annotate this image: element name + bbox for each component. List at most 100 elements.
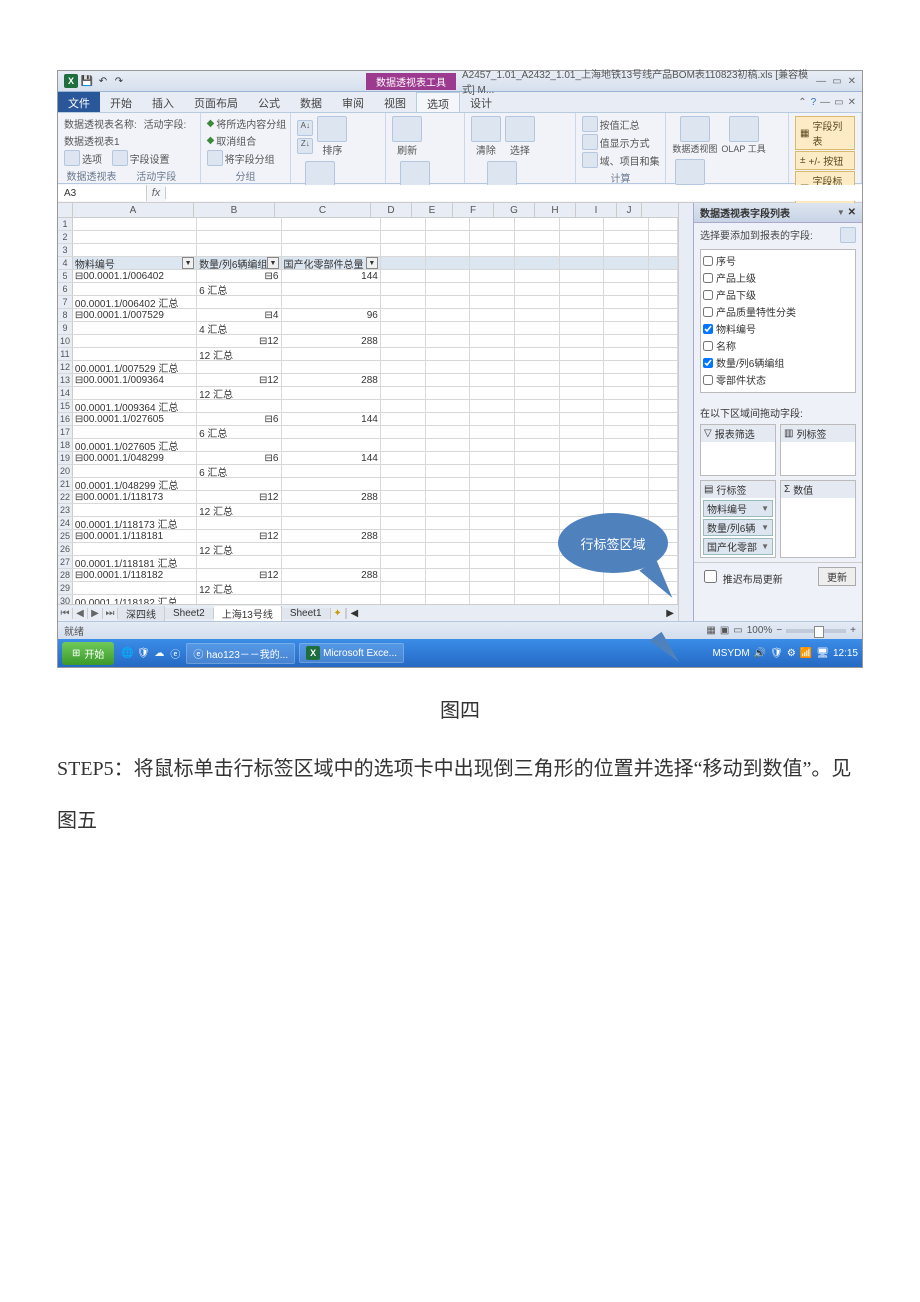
cell[interactable] <box>426 543 471 555</box>
pmbuttons-button[interactable]: ±+/- 按钮 <box>795 151 855 170</box>
cell[interactable] <box>426 322 471 334</box>
cell[interactable]: 288 <box>282 530 381 542</box>
cell[interactable] <box>604 322 649 334</box>
cell[interactable] <box>197 478 281 490</box>
cell[interactable] <box>73 322 197 334</box>
calc2-icon[interactable] <box>582 134 598 150</box>
hscroll-right-icon[interactable]: ▶ <box>666 608 674 619</box>
cell[interactable] <box>515 335 560 347</box>
tray-icon[interactable]: ⓔ <box>168 646 182 660</box>
field-checkbox[interactable]: 序号 <box>703 252 853 269</box>
cell[interactable] <box>426 270 471 282</box>
cell[interactable] <box>560 270 605 282</box>
cell[interactable] <box>282 244 381 256</box>
cell[interactable] <box>649 231 678 243</box>
cell[interactable] <box>470 517 515 529</box>
cell[interactable] <box>470 452 515 464</box>
cell[interactable] <box>560 491 605 503</box>
cell[interactable] <box>560 296 605 308</box>
cell[interactable] <box>515 257 560 269</box>
cell[interactable] <box>282 465 381 477</box>
cell[interactable] <box>560 231 605 243</box>
cell[interactable] <box>560 400 605 412</box>
cell[interactable] <box>515 387 560 399</box>
cell[interactable] <box>197 218 281 230</box>
cell[interactable] <box>649 218 678 230</box>
cell[interactable]: ⊟6 <box>197 270 281 282</box>
start-button[interactable]: ⊞开始 <box>62 642 114 665</box>
vertical-scrollbar[interactable] <box>678 203 693 621</box>
cell[interactable] <box>73 335 197 347</box>
cell[interactable] <box>604 595 649 604</box>
cell[interactable] <box>515 439 560 451</box>
calc3[interactable]: 域、项目和集 <box>600 153 660 168</box>
cell[interactable] <box>515 374 560 386</box>
cell[interactable] <box>604 374 649 386</box>
cell[interactable] <box>197 244 281 256</box>
cell[interactable] <box>282 543 381 555</box>
cell[interactable] <box>649 478 678 490</box>
zoom-in-icon[interactable]: + <box>850 625 856 636</box>
cell[interactable] <box>426 504 471 516</box>
cell[interactable] <box>604 335 649 347</box>
cell[interactable]: ⊟12 <box>197 569 281 581</box>
col-G[interactable]: G <box>494 203 535 217</box>
cell[interactable] <box>73 465 197 477</box>
cell[interactable] <box>282 556 381 568</box>
tray-icon[interactable]: 🔊 <box>754 648 766 659</box>
cell[interactable] <box>515 517 560 529</box>
cell[interactable] <box>649 244 678 256</box>
cell[interactable] <box>470 530 515 542</box>
cell[interactable] <box>470 309 515 321</box>
cell[interactable]: 144 <box>282 413 381 425</box>
row-field-item[interactable]: 国产化零部▼ <box>703 538 773 555</box>
cell[interactable] <box>649 361 678 373</box>
cell[interactable] <box>282 231 381 243</box>
cell[interactable] <box>560 283 605 295</box>
cell[interactable] <box>649 348 678 360</box>
panel-close-icon[interactable]: ✕ <box>848 207 856 218</box>
cell[interactable] <box>426 387 471 399</box>
hscroll-left-icon[interactable]: ◀ <box>351 608 359 619</box>
cell[interactable]: 00.0001.1/027605 汇总 <box>73 439 197 451</box>
cell[interactable] <box>73 231 197 243</box>
cell[interactable] <box>381 595 426 604</box>
cell[interactable]: 12 汇总 <box>197 582 281 594</box>
cell[interactable] <box>649 465 678 477</box>
cell[interactable] <box>197 296 281 308</box>
tray-icon[interactable]: ⚙ <box>787 648 796 659</box>
calc2[interactable]: 值显示方式 <box>600 135 650 150</box>
tab-options[interactable]: 选项 <box>416 92 460 112</box>
slicer-icon[interactable] <box>305 161 335 187</box>
cell[interactable]: ⊟00.0001.1/009364 <box>73 374 197 386</box>
cell[interactable] <box>604 309 649 321</box>
cell[interactable] <box>515 309 560 321</box>
col-D[interactable]: D <box>371 203 412 217</box>
cell[interactable]: ⊟12 <box>197 491 281 503</box>
cell[interactable] <box>470 257 515 269</box>
tab-formula[interactable]: 公式 <box>248 92 290 112</box>
col-J[interactable]: J <box>617 203 642 217</box>
cell[interactable] <box>282 478 381 490</box>
select-button[interactable]: 选择 <box>505 142 535 157</box>
tray-icon[interactable]: 🌐 <box>120 646 134 660</box>
cell[interactable] <box>649 400 678 412</box>
cell[interactable] <box>381 322 426 334</box>
tab-layout[interactable]: 页面布局 <box>184 92 248 112</box>
cell[interactable] <box>649 426 678 438</box>
cell[interactable] <box>560 348 605 360</box>
cell[interactable] <box>470 556 515 568</box>
cell[interactable] <box>515 361 560 373</box>
cell[interactable] <box>73 582 197 594</box>
cell[interactable] <box>649 283 678 295</box>
ungroup[interactable]: 取消组合 <box>216 133 256 148</box>
view-break-icon[interactable]: ▭ <box>733 625 742 636</box>
cell[interactable] <box>381 400 426 412</box>
cell[interactable] <box>470 244 515 256</box>
cell[interactable] <box>381 530 426 542</box>
cell[interactable] <box>515 426 560 438</box>
cell[interactable]: ⊟12 <box>197 335 281 347</box>
cell[interactable] <box>197 517 281 529</box>
cell[interactable] <box>381 439 426 451</box>
cell[interactable] <box>381 452 426 464</box>
